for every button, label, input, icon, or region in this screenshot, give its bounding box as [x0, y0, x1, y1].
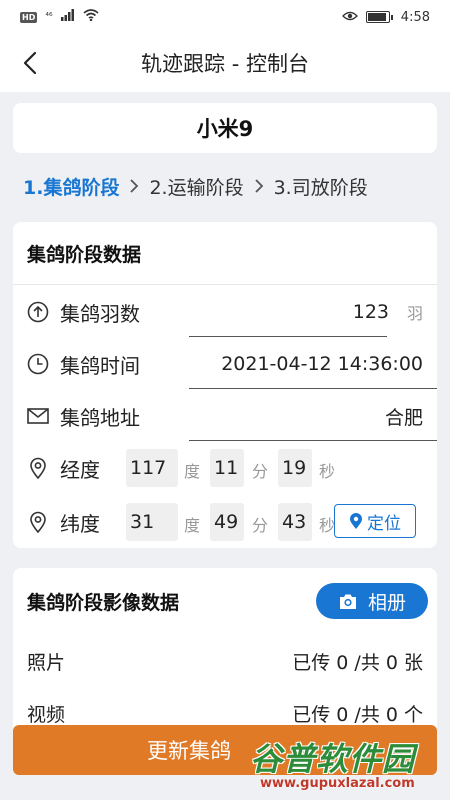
hd-badge: HD — [20, 11, 38, 23]
update-button-label: 更新集鸽 — [147, 739, 231, 763]
longitude-second-input[interactable]: 19 — [278, 449, 312, 487]
degree-unit: 度 — [184, 516, 201, 535]
address-row: 集鸽地址 合肥 — [13, 390, 437, 442]
chevron-right-icon — [129, 178, 139, 194]
collection-data-card: 集鸽阶段数据 集鸽羽数 123 羽 集鸽时间 2021-04-12 14:36:… — [13, 222, 437, 548]
watermark-logo: 谷普软件园 www.gupuxlazal.com — [246, 732, 444, 796]
second-unit: 秒 — [319, 462, 336, 481]
videos-label: 视频 — [27, 704, 66, 726]
signal-bars-icon — [60, 9, 75, 25]
mail-icon — [27, 405, 49, 427]
page-title: 轨迹跟踪 - 控制台 — [141, 52, 309, 76]
battery-fill — [367, 13, 387, 21]
watermark-url: www.gupuxlazal.com — [260, 776, 415, 791]
status-bar: HD ⁴⁶ 4:58 — [0, 0, 450, 34]
location-pin-icon — [27, 511, 49, 533]
locate-label: 定位 — [367, 513, 401, 534]
status-right: 4:58 — [341, 9, 430, 25]
album-button[interactable]: 相册 — [316, 583, 428, 619]
latitude-degree-input[interactable]: 31 — [126, 503, 178, 541]
videos-status: 已传 0 /共 0 个 — [292, 704, 423, 726]
clock-icon — [27, 353, 49, 375]
arrow-up-circle-icon — [27, 301, 49, 323]
time-input-underline — [189, 388, 437, 389]
step-release[interactable]: 3.司放阶段 — [274, 173, 368, 200]
photos-label: 照片 — [27, 652, 66, 674]
photos-row: 照片 已传 0 /共 0 张 — [27, 648, 423, 675]
address-input-underline — [189, 440, 437, 441]
photos-status: 已传 0 /共 0 张 — [292, 652, 423, 674]
chevron-left-icon — [23, 51, 37, 75]
device-name: 小米9 — [196, 117, 254, 141]
time-value[interactable]: 2021-04-12 14:36:00 — [221, 353, 423, 375]
camera-icon — [339, 594, 356, 609]
section-title: 集鸽阶段数据 — [27, 244, 142, 266]
longitude-label: 经度 — [60, 457, 100, 482]
second-unit: 秒 — [319, 516, 336, 535]
signal-type: ⁴⁶ — [45, 12, 53, 22]
latitude-second-input[interactable]: 43 — [278, 503, 312, 541]
address-value[interactable]: 合肥 — [385, 403, 423, 430]
minute-unit: 分 — [252, 462, 269, 481]
wifi-icon — [83, 9, 99, 25]
count-input-underline — [189, 336, 387, 337]
address-label: 集鸽地址 — [60, 405, 140, 430]
album-label: 相册 — [367, 591, 406, 614]
battery-tip — [390, 14, 393, 20]
watermark-text: 谷普软件园 — [250, 740, 416, 778]
step-indicator: 1.集鸽阶段 2.运输阶段 3.司放阶段 — [0, 168, 450, 204]
degree-unit: 度 — [184, 462, 201, 481]
divider — [13, 284, 437, 285]
latitude-minute-input[interactable]: 49 — [210, 503, 244, 541]
device-card: 小米9 — [13, 103, 437, 153]
eye-icon — [341, 10, 358, 25]
time-row: 集鸽时间 2021-04-12 14:36:00 — [13, 338, 437, 390]
count-label: 集鸽羽数 — [60, 301, 140, 326]
longitude-minute-input[interactable]: 11 — [210, 449, 244, 487]
title-bar: 轨迹跟踪 - 控制台 — [0, 34, 450, 92]
latitude-label: 纬度 — [60, 511, 100, 536]
section-title: 集鸽阶段影像数据 — [27, 592, 180, 614]
location-pin-icon — [27, 457, 49, 479]
step-collect[interactable]: 1.集鸽阶段 — [23, 173, 119, 200]
battery-body — [365, 11, 390, 23]
clock-time: 4:58 — [400, 9, 430, 25]
time-label: 集鸽时间 — [60, 353, 140, 378]
locate-button[interactable]: 定位 — [334, 504, 416, 538]
chevron-right-icon — [254, 178, 264, 194]
status-left: HD ⁴⁶ — [20, 9, 99, 25]
videos-row: 视频 已传 0 /共 0 个 — [27, 700, 423, 727]
location-pin-icon — [350, 513, 362, 529]
count-unit: 羽 — [406, 304, 423, 323]
longitude-degree-input[interactable]: 117 — [126, 449, 178, 487]
battery-icon — [365, 11, 393, 23]
back-button[interactable] — [14, 46, 46, 80]
step-transport[interactable]: 2.运输阶段 — [149, 173, 243, 200]
count-row: 集鸽羽数 123 羽 — [13, 286, 437, 338]
count-value[interactable]: 123 — [353, 301, 389, 323]
minute-unit: 分 — [252, 516, 269, 535]
